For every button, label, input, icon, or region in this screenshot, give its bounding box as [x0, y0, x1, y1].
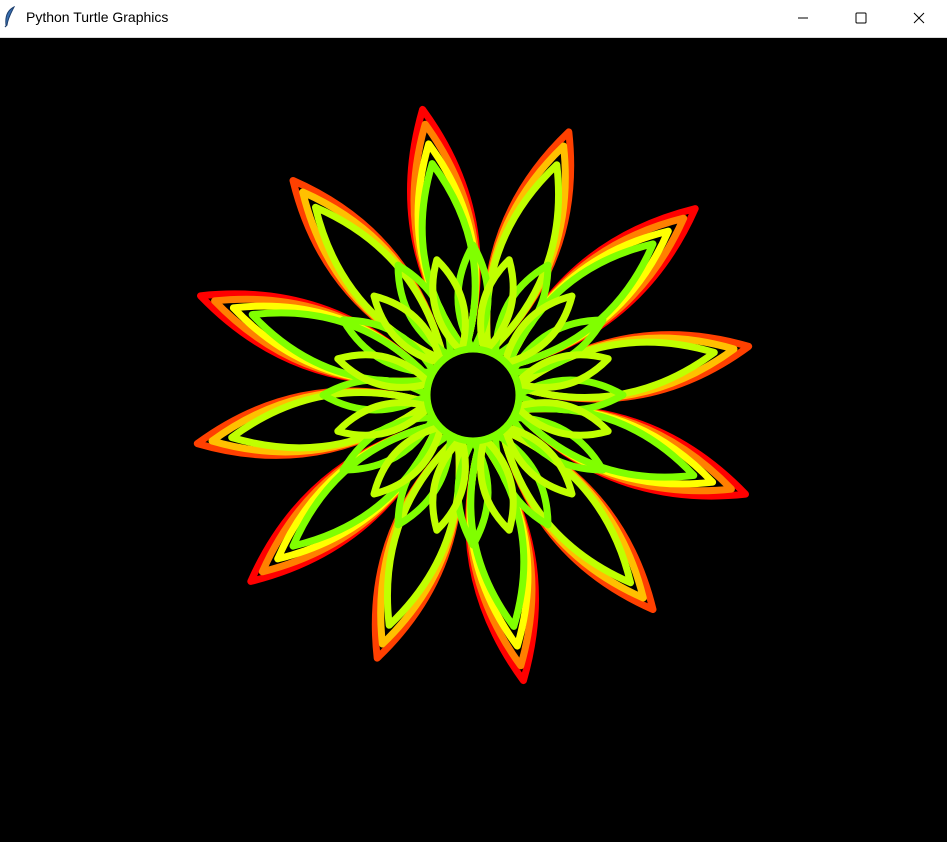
feather-icon [4, 6, 16, 28]
center-hole [423, 345, 523, 445]
title-bar[interactable]: Python Turtle Graphics [0, 0, 947, 38]
turtle-window: Python Turtle Graphics [0, 0, 947, 842]
minimize-icon [798, 17, 808, 19]
close-icon [913, 12, 925, 24]
turtle-canvas[interactable] [0, 39, 947, 842]
flower-drawing [193, 105, 753, 685]
maximize-icon [855, 12, 867, 24]
window-title: Python Turtle Graphics [26, 9, 169, 25]
maximize-button[interactable] [832, 0, 890, 36]
close-button[interactable] [890, 0, 947, 36]
minimize-button[interactable] [774, 0, 832, 36]
